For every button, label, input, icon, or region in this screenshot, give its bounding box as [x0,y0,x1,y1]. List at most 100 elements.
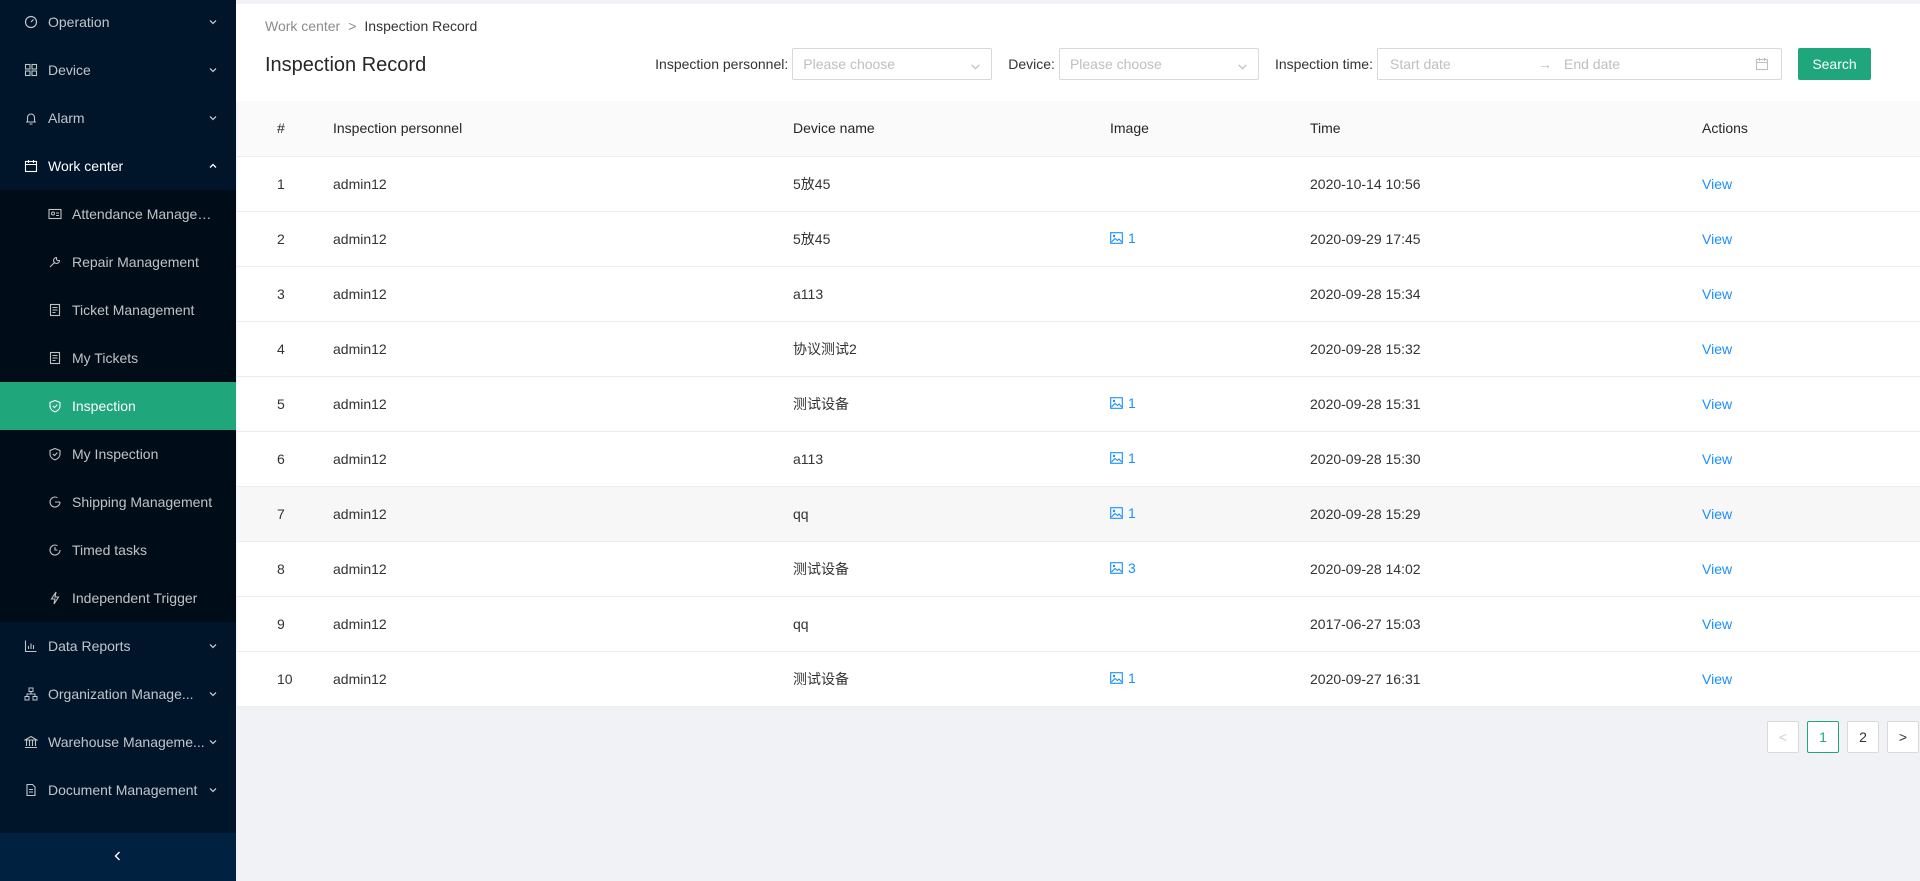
column-header-number: # [237,101,333,157]
column-header-time: Time [1310,101,1702,157]
sidebar-item-label: My Inspection [72,446,159,462]
calendar-icon [24,159,38,173]
device-select[interactable]: Please choose [1058,48,1259,80]
sidebar-item-inspection[interactable]: Inspection [0,382,236,430]
start-date-input[interactable]: Start date [1390,56,1538,72]
view-link[interactable]: View [1702,671,1732,687]
grid-icon [24,63,38,77]
cell-time: 2017-06-27 15:03 [1310,596,1702,652]
ticket-icon [48,303,62,317]
sidebar-item-label: Alarm [48,110,85,126]
cell-number: 9 [237,596,333,652]
view-link[interactable]: View [1702,561,1732,577]
view-link[interactable]: View [1702,341,1732,357]
end-date-input[interactable]: End date [1564,56,1712,72]
sidebar-item-my-inspection[interactable]: My Inspection [0,430,236,478]
cell-personnel: admin12 [333,211,793,267]
sidebar-item-label: Ticket Management [72,302,195,318]
work-center-submenu: Attendance Managem... Repair Management … [0,190,236,622]
sidebar-item-shipping-management[interactable]: Shipping Management [0,478,236,526]
inspection-time-label: Inspection time: [1274,56,1373,72]
sidebar-item-my-tickets[interactable]: My Tickets [0,334,236,382]
device-filter-label: Device: [1008,56,1055,72]
sidebar-item-label: Organization Manage... [48,686,194,702]
cell-time: 2020-09-29 17:45 [1310,211,1702,267]
cell-actions: View [1702,651,1920,707]
image-link[interactable]: 1 [1110,230,1136,246]
sidebar-item-alarm[interactable]: Alarm [0,94,236,142]
shield-icon [48,399,62,413]
cell-image: 1 [1110,651,1310,707]
cell-device-name: qq [793,486,1110,542]
table-row: 2 admin12 5放45 1 2020-09-29 17:45 View [237,211,1920,267]
sidebar-item-warehouse-management[interactable]: Warehouse Manageme... [0,718,236,766]
sidebar-collapse-button[interactable] [0,833,236,881]
cell-number: 8 [237,541,333,597]
cell-actions: View [1702,156,1920,212]
sidebar-item-independent-trigger[interactable]: Independent Trigger [0,574,236,622]
breadcrumb-parent[interactable]: Work center [265,18,340,34]
cell-number: 5 [237,376,333,432]
cell-actions: View [1702,486,1920,542]
search-button[interactable]: Search [1798,48,1871,80]
sidebar-item-timed-tasks[interactable]: Timed tasks [0,526,236,574]
sidebar-menu: Operation Device Alarm Work center [0,0,236,190]
lightning-icon [48,591,62,605]
table-row: 6 admin12 a113 1 2020-09-28 15:30 View [237,431,1920,487]
sidebar-item-organization-management[interactable]: Organization Manage... [0,670,236,718]
id-card-icon [48,207,62,221]
sidebar-item-label: Attendance Managem... [72,206,218,222]
image-link[interactable]: 1 [1110,450,1136,466]
pagination-prev-button[interactable]: < [1767,721,1799,753]
pagination-page-1[interactable]: 1 [1807,721,1839,753]
image-link[interactable]: 3 [1110,560,1136,576]
view-link[interactable]: View [1702,451,1732,467]
image-link[interactable]: 1 [1110,395,1136,411]
pagination-page-2[interactable]: 2 [1847,721,1879,753]
pagination-next-button[interactable]: > [1887,721,1919,753]
sidebar-item-document-management[interactable]: Document Management [0,766,236,814]
view-link[interactable]: View [1702,506,1732,522]
chevron-down-icon [208,737,218,747]
view-link[interactable]: View [1702,286,1732,302]
personnel-select-placeholder: Please choose [803,56,896,72]
sidebar-item-label: Shipping Management [72,494,213,510]
chevron-down-icon [208,17,218,27]
image-link[interactable]: 1 [1110,670,1136,686]
sidebar-item-label: Device [48,62,91,78]
cell-image: 1 [1110,376,1310,432]
cell-image [1110,156,1310,212]
bar-chart-icon [24,639,38,653]
sidebar-item-ticket-management[interactable]: Ticket Management [0,286,236,334]
chevron-down-icon [970,59,981,75]
sidebar-item-data-reports[interactable]: Data Reports [0,622,236,670]
view-link[interactable]: View [1702,616,1732,632]
sidebar-item-device[interactable]: Device [0,46,236,94]
cell-image: 3 [1110,541,1310,597]
cell-image [1110,596,1310,652]
chevron-down-icon [1237,59,1248,75]
breadcrumb-current: Inspection Record [364,18,478,34]
sidebar-item-label: Data Reports [48,638,131,654]
sidebar-item-attendance-management[interactable]: Attendance Managem... [0,190,236,238]
date-range-picker[interactable]: Start date → End date [1377,48,1782,80]
sidebar-item-repair-management[interactable]: Repair Management [0,238,236,286]
cell-number: 7 [237,486,333,542]
personnel-select[interactable]: Please choose [792,48,993,80]
sidebar-item-operation[interactable]: Operation [0,0,236,46]
view-link[interactable]: View [1702,176,1732,192]
sidebar-item-work-center[interactable]: Work center [0,142,236,190]
cell-device-name: 5放45 [793,156,1110,212]
cell-actions: View [1702,266,1920,322]
image-link[interactable]: 1 [1110,505,1136,521]
sidebar-item-label: My Tickets [72,350,139,366]
column-header-actions: Actions [1702,101,1920,157]
cell-time: 2020-09-28 15:30 [1310,431,1702,487]
sidebar: Operation Device Alarm Work center Atten… [0,0,236,881]
cell-personnel: admin12 [333,376,793,432]
cell-personnel: admin12 [333,266,793,322]
column-header-personnel: Inspection personnel [333,101,793,157]
arrow-right-icon: → [1538,56,1552,72]
view-link[interactable]: View [1702,231,1732,247]
view-link[interactable]: View [1702,396,1732,412]
